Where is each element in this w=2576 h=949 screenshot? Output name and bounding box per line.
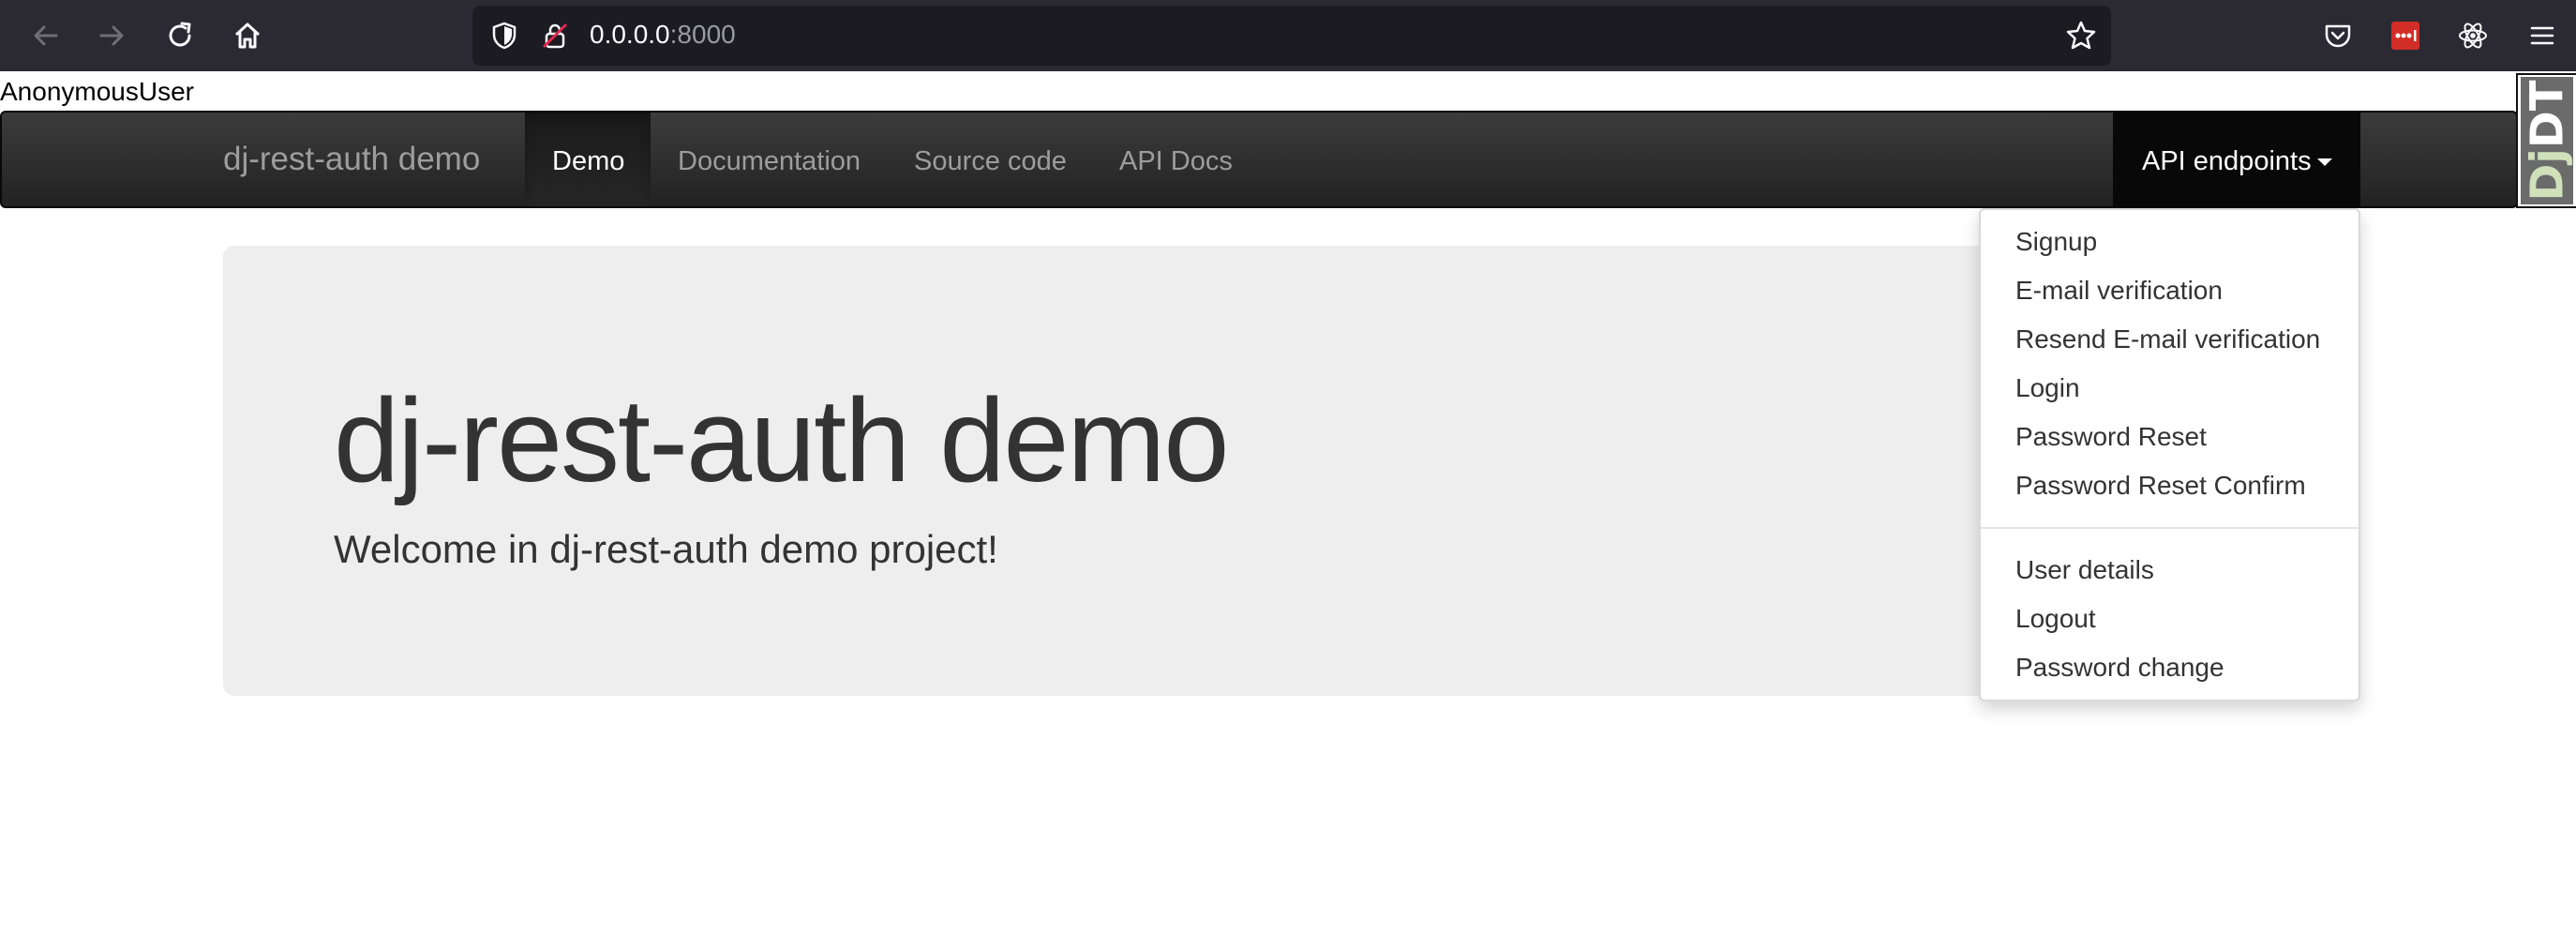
insecure-lock-icon[interactable] — [538, 19, 572, 53]
nav-link-documentation[interactable]: Documentation — [678, 145, 861, 177]
home-icon[interactable] — [227, 15, 268, 56]
menu-divider — [1981, 527, 2359, 529]
nav-link-source-code[interactable]: Source code — [914, 145, 1067, 177]
menu-item-password-change[interactable]: Password change — [2015, 652, 2224, 684]
hamburger-menu-icon[interactable] — [2522, 15, 2563, 56]
debug-toolbar-handle[interactable]: DjDT — [2516, 73, 2576, 208]
jumbotron-subtitle: Welcome in dj-rest-auth demo project! — [334, 527, 998, 571]
menu-item-logout[interactable]: Logout — [2015, 603, 2096, 635]
menu-item-email-verification[interactable]: E-mail verification — [2015, 275, 2223, 307]
tracking-shield-icon[interactable] — [487, 19, 521, 53]
forward-arrow-icon[interactable] — [92, 15, 133, 56]
bookmark-star-icon[interactable] — [2062, 17, 2100, 54]
url-text[interactable]: 0.0.0.0:8000 — [590, 18, 736, 52]
pocket-icon[interactable] — [2317, 15, 2359, 56]
back-arrow-icon[interactable] — [24, 15, 66, 56]
caret-down-icon — [2317, 158, 2332, 166]
navbar-brand[interactable]: dj-rest-auth demo — [223, 141, 480, 178]
menu-item-user-details[interactable]: User details — [2015, 554, 2154, 586]
url-host: 0.0.0.0 — [590, 20, 670, 49]
nav-link-demo[interactable]: Demo — [552, 145, 624, 177]
menu-item-password-reset[interactable]: Password Reset — [2015, 421, 2207, 453]
debug-toolbar-logo: DjDT — [2521, 77, 2573, 204]
nav-link-api-docs[interactable]: API Docs — [1119, 145, 1233, 177]
jumbotron-title: dj-rest-auth demo — [334, 374, 1229, 506]
menu-item-resend-email-verification[interactable]: Resend E-mail verification — [2015, 324, 2320, 355]
debug-toolbar-prefix: Dj — [2521, 148, 2573, 202]
api-endpoints-label[interactable]: API endpoints — [2142, 145, 2312, 177]
menu-item-signup[interactable]: Signup — [2015, 226, 2097, 258]
debug-toolbar-suffix: DT — [2521, 80, 2573, 149]
react-devtools-icon[interactable] — [2452, 15, 2494, 56]
current-user-label: AnonymousUser — [0, 77, 194, 106]
url-port: :8000 — [669, 20, 736, 49]
lastpass-icon[interactable] — [2385, 15, 2426, 56]
reload-icon[interactable] — [159, 15, 201, 56]
menu-item-password-reset-confirm[interactable]: Password Reset Confirm — [2015, 470, 2306, 502]
menu-item-login[interactable]: Login — [2015, 372, 2080, 404]
